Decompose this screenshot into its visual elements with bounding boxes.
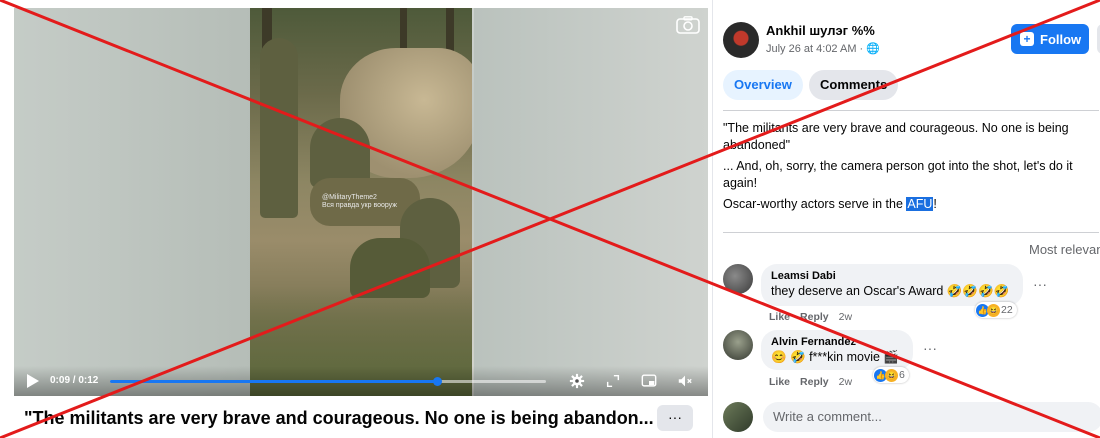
comment-sort-dropdown[interactable]: Most relevant <box>1029 242 1100 257</box>
fullscreen-icon[interactable] <box>604 373 622 389</box>
avatar[interactable] <box>723 330 753 360</box>
current-user-avatar <box>723 402 753 432</box>
volume-muted-icon[interactable] <box>676 373 694 389</box>
settings-gear-icon[interactable] <box>568 373 586 389</box>
video-clip: @MilitaryTheme2 Вся правда укр вооруж <box>250 8 472 396</box>
post-text-line: ... And, oh, sorry, the camera person go… <box>723 159 1073 190</box>
video-area: @MilitaryTheme2 Вся правда укр вооруж 0:… <box>0 0 710 438</box>
comment-author[interactable]: Leamsi Dabi <box>771 270 1013 282</box>
reply-button[interactable]: Reply <box>800 311 829 323</box>
video-watermark: @MilitaryTheme2 Вся правда укр вооруж <box>322 194 397 209</box>
divider <box>723 232 1099 233</box>
comment-more-icon[interactable]: ··· <box>923 340 937 356</box>
play-icon[interactable] <box>26 373 40 389</box>
avatar[interactable] <box>723 264 753 294</box>
post-text: "The militants are very brave and courag… <box>723 120 1100 218</box>
video-controls: 0:09 / 0:12 <box>14 366 708 396</box>
post-panel: Ankhil шулэг %% July 26 at 4:02 AM · 🌐 +… <box>712 0 1100 438</box>
haha-reaction-icon: 😆 <box>987 303 1000 317</box>
comment-actions: Like Reply 2w <box>769 376 852 388</box>
video-player[interactable]: @MilitaryTheme2 Вся правда укр вооруж 0:… <box>14 8 708 396</box>
add-friend-icon: + <box>1020 32 1034 46</box>
video-time: 0:09 / 0:12 <box>50 375 99 386</box>
globe-icon: 🌐 <box>866 43 880 55</box>
comment-age[interactable]: 2w <box>839 311 852 323</box>
post-date[interactable]: July 26 at 4:02 AM · 🌐 <box>766 42 880 55</box>
comment-text: 😊 🤣 f***kin movie 🎬 <box>771 350 899 364</box>
comment-input[interactable]: Write a comment... <box>763 402 1100 432</box>
more-options-button[interactable]: ··· <box>657 405 693 431</box>
tab-comments[interactable]: Comments <box>809 70 899 100</box>
haha-reaction-icon: 😆 <box>885 368 898 382</box>
camera-icon[interactable] <box>676 16 700 34</box>
mini-player-icon[interactable] <box>640 373 658 389</box>
comment-more-icon[interactable]: ··· <box>1033 276 1047 292</box>
comment-text: they deserve an Oscar's Award 🤣🤣🤣🤣 <box>771 284 1010 298</box>
like-button[interactable]: Like <box>769 376 790 388</box>
like-button[interactable]: Like <box>769 311 790 323</box>
tab-overview[interactable]: Overview <box>723 70 803 100</box>
comment-actions: Like Reply 2w <box>769 311 852 323</box>
comment-author[interactable]: Alvin Fernandez <box>771 336 903 348</box>
post-text-line: Oscar-worthy actors serve in the AFU! <box>723 197 937 211</box>
reaction-count[interactable]: 👍 😆 6 <box>873 367 909 383</box>
reaction-count[interactable]: 👍 😆 22 <box>975 302 1017 318</box>
highlighted-text: AFU <box>906 197 934 211</box>
video-progress-bar[interactable] <box>110 377 546 386</box>
reply-button[interactable]: Reply <box>800 376 829 388</box>
divider <box>723 110 1099 111</box>
progress-handle[interactable] <box>433 377 442 386</box>
author-avatar[interactable] <box>723 22 759 58</box>
comment-bubble: Alvin Fernandez 😊 🤣 f***kin movie 🎬 <box>761 330 913 370</box>
video-caption: "The militants are very brave and courag… <box>24 408 654 428</box>
author-name[interactable]: Ankhil шулэг %% <box>766 23 875 38</box>
follow-button[interactable]: + Follow <box>1011 24 1089 54</box>
post-text-line: "The militants are very brave and courag… <box>723 121 1069 152</box>
comment-age[interactable]: 2w <box>839 376 852 388</box>
comment-bubble: Leamsi Dabi they deserve an Oscar's Awar… <box>761 264 1023 306</box>
